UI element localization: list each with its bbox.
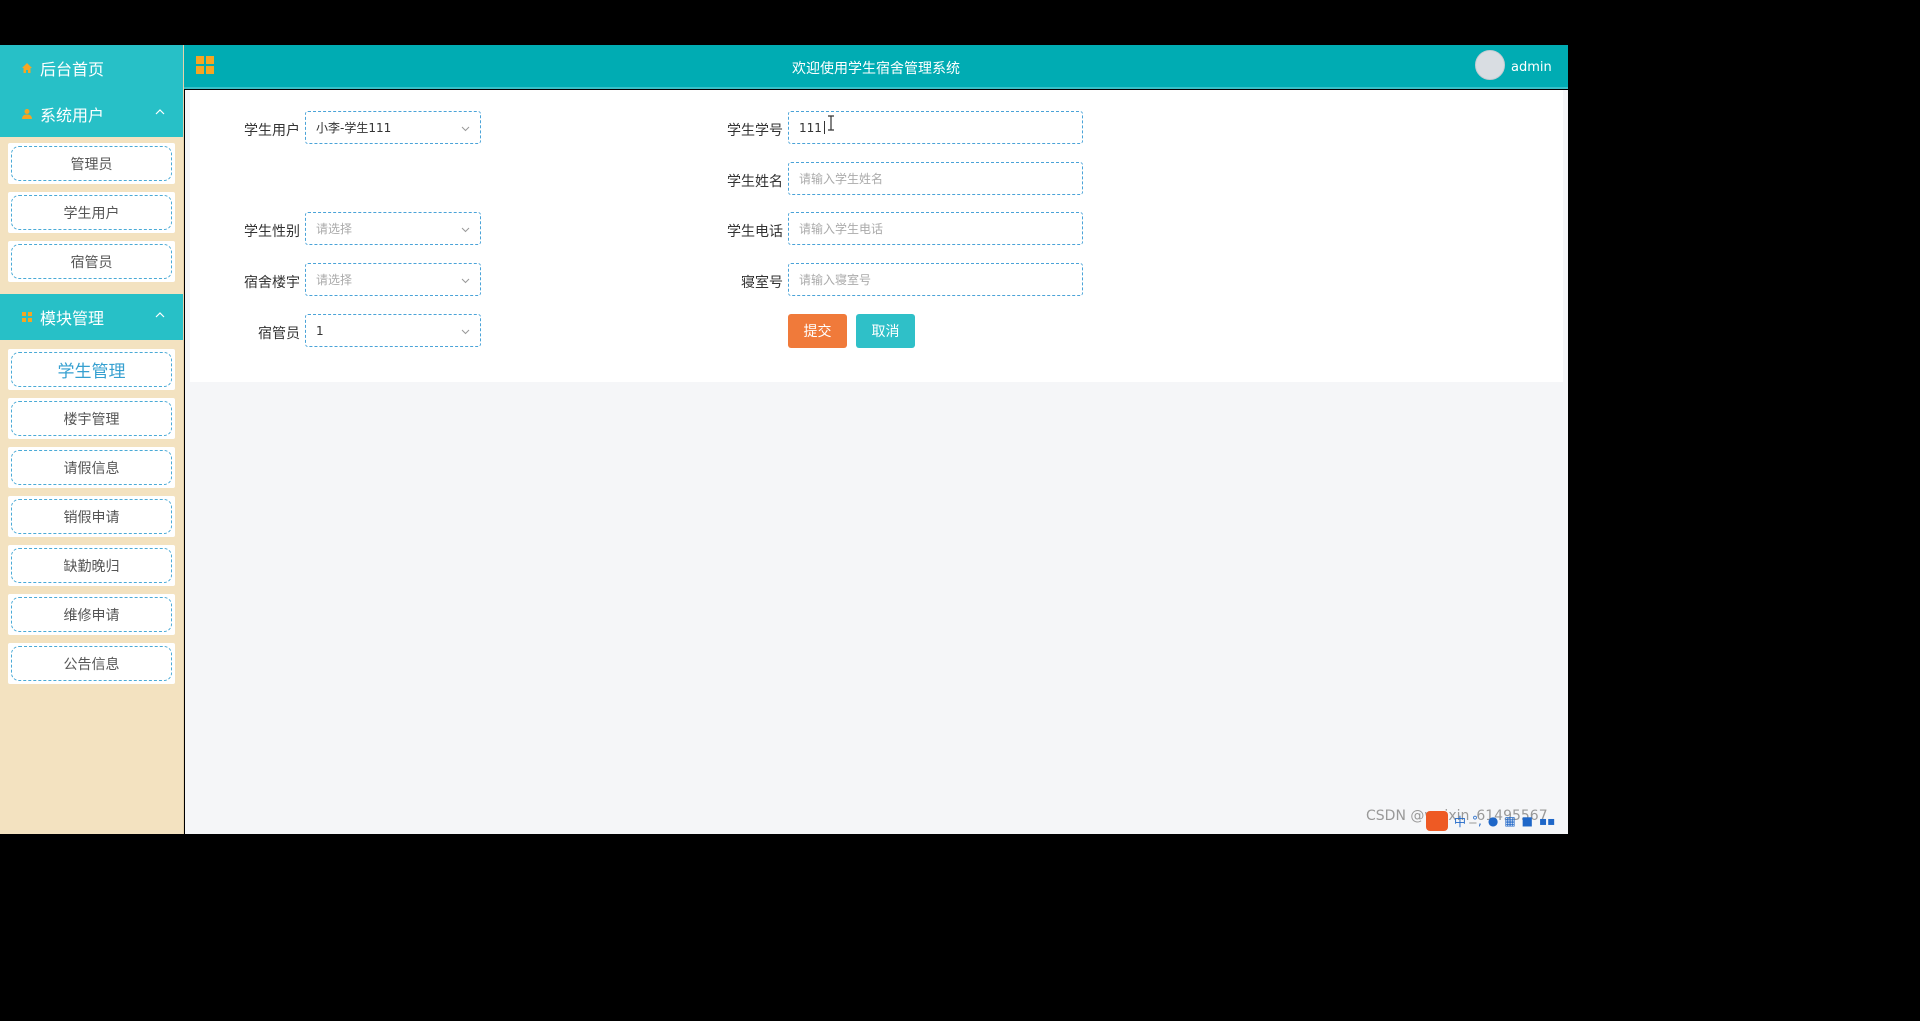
sidebar-item-building-management[interactable]: 楼宇管理 — [8, 398, 175, 439]
chevron-down-icon — [461, 329, 470, 335]
sidebar-section-label: 系统用户 — [40, 106, 105, 125]
home-icon — [20, 61, 34, 75]
sidebar-item-absence-late[interactable]: 缺勤晚归 — [8, 545, 175, 586]
chevron-up-icon — [155, 312, 165, 318]
chevron-down-icon — [461, 278, 470, 284]
student-name-input[interactable]: 请输入学生姓名 — [788, 162, 1083, 195]
screen-right-black-area — [1568, 0, 1920, 1021]
sidebar-home-label: 后台首页 — [40, 60, 105, 79]
sidebar-item-label: 公告信息 — [63, 656, 120, 673]
user-icon — [20, 107, 34, 121]
sidebar-item-announcements[interactable]: 公告信息 — [8, 643, 175, 684]
module-icon — [20, 310, 34, 324]
microphone-icon[interactable]: ● — [1488, 814, 1498, 828]
manager-label: 宿管员 — [258, 326, 300, 342]
cancel-button[interactable]: 取消 — [856, 314, 915, 348]
student-form: 学生用户 小李-学生111 学生学号 111 学生姓名 请输入学生姓名 学生性别… — [190, 90, 1563, 382]
sidebar-item-label: 学生管理 — [57, 362, 126, 382]
manager-value: 1 — [316, 323, 324, 338]
student-no-label: 学生学号 — [727, 123, 783, 139]
sidebar-item-leave-cancel[interactable]: 销假申请 — [8, 496, 175, 537]
keyboard-icon[interactable]: ▦ — [1504, 814, 1515, 828]
browser-top-black-bar — [0, 0, 1568, 45]
building-placeholder: 请选择 — [316, 273, 353, 287]
gender-placeholder: 请选择 — [316, 222, 353, 236]
sidebar-item-label: 缺勤晚归 — [63, 558, 120, 575]
student-name-placeholder: 请输入学生姓名 — [799, 172, 884, 186]
student-no-value: 111 — [799, 120, 822, 135]
sidebar-item-dorm-managers[interactable]: 宿管员 — [8, 241, 175, 282]
room-label: 寝室号 — [741, 275, 783, 291]
sidebar-item-student-management[interactable]: 学生管理 — [8, 349, 175, 390]
student-user-value: 小李-学生111 — [316, 121, 392, 135]
sidebar-item-label: 学生用户 — [63, 205, 120, 222]
student-user-label: 学生用户 — [244, 123, 300, 139]
ime-punct-icon[interactable]: °, — [1472, 814, 1482, 828]
sidebar-item-label: 宿管员 — [70, 254, 113, 271]
sidebar-section-modules[interactable]: 模块管理 — [0, 294, 183, 340]
sidebar-item-admin[interactable]: 管理员 — [8, 143, 175, 184]
sidebar-home[interactable]: 后台首页 — [0, 45, 183, 91]
sidebar-item-leave-info[interactable]: 请假信息 — [8, 447, 175, 488]
main-content: 学生用户 小李-学生111 学生学号 111 学生姓名 请输入学生姓名 学生性别… — [185, 90, 1568, 834]
sidebar-section-label: 模块管理 — [40, 309, 105, 328]
apps-icon[interactable]: ▪▪ — [1539, 814, 1555, 828]
student-name-label: 学生姓名 — [727, 174, 783, 190]
phone-label: 学生电话 — [727, 224, 783, 240]
building-label: 宿舍楼宇 — [244, 275, 300, 291]
sidebar-item-label: 请假信息 — [63, 460, 120, 477]
sidebar-item-label: 维修申请 — [63, 607, 120, 624]
phone-input[interactable]: 请输入学生电话 — [788, 212, 1083, 245]
sidebar-item-repair-request[interactable]: 维修申请 — [8, 594, 175, 635]
chevron-up-icon — [155, 109, 165, 115]
sidebar-group-system-users: 管理员 学生用户 宿管员 — [0, 137, 183, 294]
ime-logo-icon — [1426, 811, 1448, 831]
submit-button[interactable]: 提交 — [788, 314, 847, 348]
sidebar-item-label: 销假申请 — [63, 509, 120, 526]
phone-placeholder: 请输入学生电话 — [799, 222, 884, 236]
building-select[interactable]: 请选择 — [305, 263, 481, 296]
ime-toolbar[interactable]: 中 °, ● ▦ ■ ▪▪ — [1426, 810, 1555, 832]
ime-lang[interactable]: 中 — [1454, 813, 1466, 830]
manager-select[interactable]: 1 — [305, 314, 481, 347]
gender-label: 学生性别 — [244, 224, 300, 240]
sidebar-group-modules: 学生管理 楼宇管理 请假信息 销假申请 缺勤晚归 维修申请 公告信息 — [0, 340, 183, 696]
chevron-down-icon — [461, 126, 470, 132]
shirt-icon[interactable]: ■ — [1522, 814, 1533, 828]
sidebar-section-system-users[interactable]: 系统用户 — [0, 91, 183, 137]
screen-bottom-black-area — [0, 834, 1568, 1021]
ibeam-cursor-icon — [828, 115, 834, 131]
app-header: 欢迎使用学生宿舍管理系统 admin — [184, 45, 1568, 89]
app-title: 欢迎使用学生宿舍管理系统 — [792, 61, 960, 77]
text-caret — [823, 121, 825, 134]
avatar[interactable] — [1475, 50, 1505, 80]
room-placeholder: 请输入寝室号 — [799, 273, 872, 287]
username[interactable]: admin — [1511, 60, 1552, 75]
sidebar-item-student-users[interactable]: 学生用户 — [8, 192, 175, 233]
sidebar-item-label: 楼宇管理 — [63, 411, 120, 428]
sidebar: 后台首页 系统用户 管理员 学生用户 宿管员 模块管理 学生管理 楼宇管理 请假… — [0, 45, 184, 834]
chevron-down-icon — [461, 227, 470, 233]
sidebar-item-label: 管理员 — [70, 156, 113, 173]
gender-select[interactable]: 请选择 — [305, 212, 481, 245]
student-user-select[interactable]: 小李-学生111 — [305, 111, 481, 144]
room-input[interactable]: 请输入寝室号 — [788, 263, 1083, 296]
